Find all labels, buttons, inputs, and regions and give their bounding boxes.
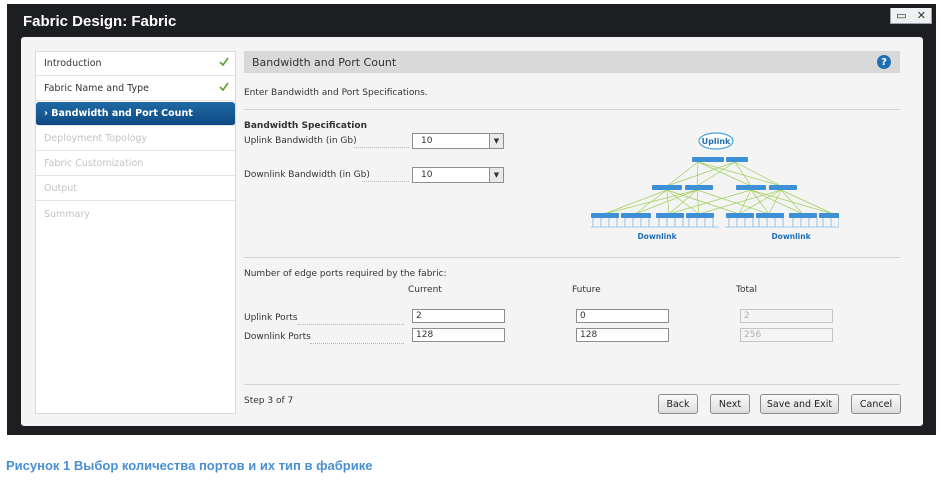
column-header-current: Current — [408, 285, 442, 295]
uplink-bandwidth-select[interactable]: 10 ▼ — [412, 133, 504, 149]
access-switches — [591, 213, 839, 218]
next-button[interactable]: Next — [710, 394, 750, 414]
divider — [244, 257, 900, 258]
section-title: Bandwidth and Port Count — [252, 55, 397, 69]
uplink-bandwidth-label: Uplink Bandwidth (in Gb) — [244, 136, 357, 146]
label-leader — [310, 342, 404, 344]
label-leader — [362, 180, 409, 182]
column-header-future: Future — [572, 285, 601, 295]
downlink-ports-future-input[interactable]: 128 — [576, 328, 669, 342]
check-icon — [219, 82, 229, 92]
check-icon — [219, 57, 229, 67]
nav-item-label: Fabric Customization — [44, 158, 144, 169]
downlink-bandwidth-value: 10 — [421, 170, 433, 180]
chevron-down-icon[interactable]: ▼ — [489, 168, 503, 182]
nav-item-introduction[interactable]: Introduction — [36, 52, 235, 76]
downlink-label-left: Downlink — [637, 232, 677, 241]
fabric-topology-diagram: Uplink Downlink Downlink — [591, 132, 839, 241]
nav-item-output: Output — [36, 177, 235, 201]
uplink-bandwidth-value: 10 — [421, 136, 433, 146]
save-and-exit-button[interactable]: Save and Exit — [760, 394, 839, 414]
downlink-label-right: Downlink — [771, 232, 811, 241]
divider — [244, 109, 900, 110]
nav-item-summary: Summary — [36, 202, 235, 226]
minimize-icon[interactable]: ▭ — [896, 9, 906, 22]
chevron-down-icon[interactable]: ▼ — [489, 134, 503, 148]
divider — [244, 384, 900, 385]
window-controls: ▭ ✕ — [890, 8, 932, 24]
main-panel: Bandwidth and Port Count ? Enter Bandwid… — [244, 51, 909, 414]
ports-heading: Number of edge ports required by the fab… — [244, 269, 447, 279]
downlink-ports-label: Downlink Ports — [244, 332, 311, 342]
downlink-bandwidth-label: Downlink Bandwidth (in Gb) — [244, 170, 370, 180]
nav-item-fabric-name-type[interactable]: Fabric Name and Type — [36, 77, 235, 101]
label-leader — [354, 146, 409, 148]
wizard-dialog: Introduction Fabric Name and Type › Band… — [21, 37, 923, 426]
nav-item-label: Summary — [44, 208, 90, 220]
nav-item-fabric-customization: Fabric Customization — [36, 152, 235, 176]
figure-caption: Рисунок 1 Выбор количества портов и их т… — [6, 458, 373, 473]
downlink-ports-total-field: 256 — [740, 328, 833, 342]
section-header: Bandwidth and Port Count ? — [244, 51, 900, 73]
spine-switches — [692, 157, 748, 162]
close-icon[interactable]: ✕ — [917, 9, 926, 22]
topology-links — [603, 161, 834, 215]
uplink-ports-future-input[interactable]: 0 — [576, 309, 669, 323]
downlink-bandwidth-select[interactable]: 10 ▼ — [412, 167, 504, 183]
uplink-cloud: Uplink — [698, 132, 734, 150]
cancel-button[interactable]: Cancel — [851, 394, 901, 414]
nav-item-label: › Bandwidth and Port Count — [44, 108, 193, 119]
nav-item-label: Fabric Name and Type — [44, 83, 149, 94]
label-leader — [298, 323, 404, 325]
uplink-label: Uplink — [702, 137, 731, 146]
uplink-ports-label: Uplink Ports — [244, 313, 298, 323]
step-indicator: Step 3 of 7 — [244, 396, 294, 406]
downlink-ports-current-input[interactable]: 128 — [412, 328, 505, 342]
bandwidth-heading: Bandwidth Specification — [244, 121, 367, 131]
nav-item-label: Deployment Topology — [44, 133, 148, 144]
window-title: Fabric Design: Fabric — [23, 13, 177, 30]
nav-item-bandwidth-port-count[interactable]: › Bandwidth and Port Count — [36, 102, 235, 126]
section-intro: Enter Bandwidth and Port Specifications. — [244, 88, 428, 98]
nav-item-deployment-topology: Deployment Topology — [36, 127, 235, 151]
help-icon[interactable]: ? — [877, 55, 891, 69]
nav-item-label: Introduction — [44, 58, 102, 69]
back-button[interactable]: Back — [658, 394, 698, 414]
uplink-ports-total-field: 2 — [740, 309, 833, 323]
wizard-window: Fabric Design: Fabric ▭ ✕ Introduction F… — [7, 4, 936, 435]
wizard-steps-nav: Introduction Fabric Name and Type › Band… — [35, 51, 236, 414]
column-header-total: Total — [736, 285, 758, 295]
downlink-lines — [592, 218, 839, 227]
aggregation-switches — [652, 185, 797, 190]
uplink-ports-current-input[interactable]: 2 — [412, 309, 505, 323]
nav-item-label: Output — [44, 183, 77, 194]
